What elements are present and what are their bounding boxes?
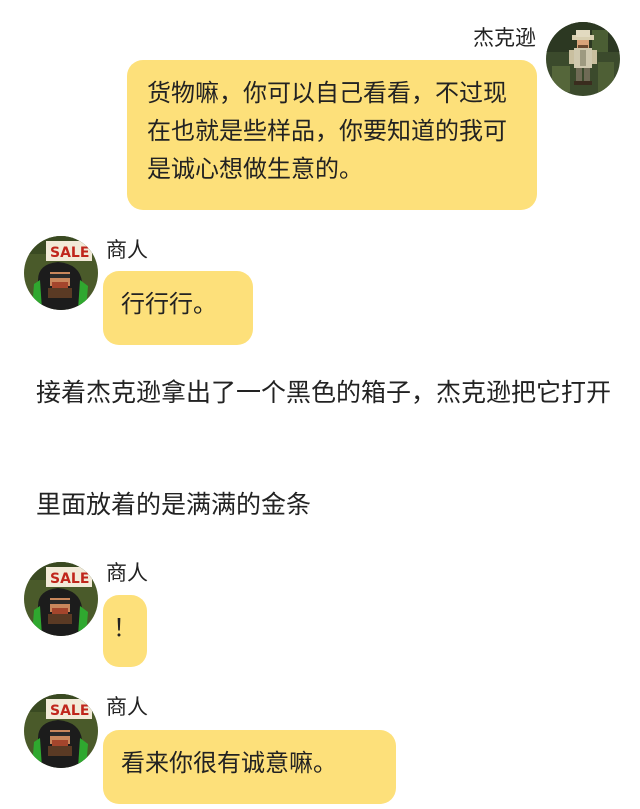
merchant-avatar[interactable]: SALE (24, 562, 98, 636)
sender-name: 商人 (106, 695, 148, 719)
sale-sign-text: SALE (50, 571, 89, 587)
sender-name: 商人 (106, 238, 148, 262)
chat-message-merchant: SALE 商人 看来你很有诚意嘛。 (0, 686, 640, 809)
sale-sign-text: SALE (50, 703, 89, 719)
jackson-avatar[interactable] (546, 22, 620, 96)
chat-message-merchant: SALE 商人 ！ (0, 556, 640, 676)
message-bubble: ！ (103, 595, 147, 667)
merchant-avatar[interactable]: SALE (24, 236, 98, 310)
sender-name: 杰克逊 (473, 26, 536, 50)
merchant-avatar[interactable]: SALE (24, 694, 98, 768)
message-bubble: 货物嘛，你可以自己看看，不过现在也就是些样品，你要知道的我可是诚心想做生意的。 (127, 60, 537, 210)
message-bubble: 行行行。 (103, 271, 253, 345)
message-bubble: 看来你很有诚意嘛。 (103, 730, 396, 804)
chat-message-jackson: 杰克逊 货物嘛，你可以自己看看，不过现在也就是些样品，你要知道的我可是诚心想做生… (0, 0, 640, 220)
sale-sign-text: SALE (50, 245, 89, 261)
narration-text: 里面放着的是满满的金条 (36, 490, 312, 519)
narration-text: 接着杰克逊拿出了一个黑色的箱子，杰克逊把它打开 (36, 378, 612, 407)
sender-name: 商人 (106, 561, 148, 585)
chat-message-merchant: SALE 商人 行行行。 (0, 228, 640, 348)
